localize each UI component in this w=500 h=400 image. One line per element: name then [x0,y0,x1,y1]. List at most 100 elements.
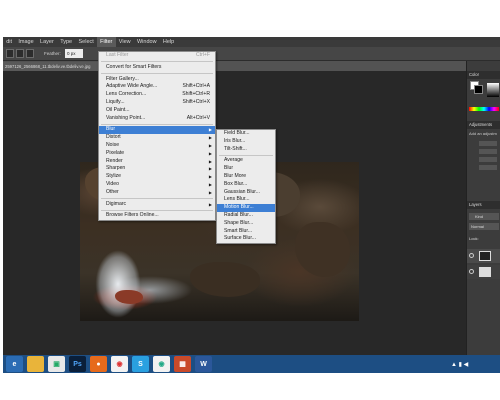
chrome-icon[interactable]: ◉ [153,356,170,372]
blur-menu-item-box-blur[interactable]: Box Blur... [217,181,275,189]
blur-menu-item-average[interactable]: Average [217,157,275,165]
menu-view[interactable]: View [116,37,134,47]
menu-item-label: Radial Blur... [224,211,253,218]
color-ramp[interactable] [469,107,499,111]
photoshop-icon[interactable]: Ps [69,356,86,372]
filter-menu-item-browse-filters-online[interactable]: Browse Filters Online... [99,212,215,220]
document-tab[interactable]: 2597126_2566868_11.tbdeliv.ve.tbdeliv.ve… [3,62,99,71]
menu-help[interactable]: Help [160,37,178,47]
filter-menu-item-noise[interactable]: Noise ▶ [99,142,215,150]
skype-icon[interactable]: S [132,356,149,372]
gallery-icon[interactable]: ▦ [174,356,191,372]
menu-item-label: Adaptive Wide Angle... [106,83,158,90]
eye-icon[interactable] [469,269,474,274]
new-selection-icon[interactable] [6,49,14,58]
color-tab[interactable]: Color [467,71,500,79]
menu-item-label: Noise [106,141,120,148]
submenu-arrow-icon: ▶ [208,174,212,180]
filter-menu-item-oil-paint[interactable]: Oil Paint... [99,107,215,115]
filter-menu-item-liquify[interactable]: Liquify... Shift+Ctrl+X [99,99,215,107]
menu-type[interactable]: Type [57,37,75,47]
filter-menu-item-adaptive-wide-angle[interactable]: Adaptive Wide Angle... Shift+Ctrl+A [99,83,215,91]
menu-item-label: Blur [224,165,234,172]
menu-item-shortcut: Ctrl+F [195,52,210,58]
layers-tab[interactable]: Layers [467,201,500,209]
menu-item-label: Tilt-Shift... [224,145,247,152]
filter-menu-item-pixelate[interactable]: Pixelate ▶ [99,150,215,158]
rock-shape [115,290,143,304]
submenu-arrow-icon: ▶ [208,189,212,195]
blur-menu-item-lens-blur[interactable]: Lens Blur... [217,196,275,204]
eye-icon[interactable] [469,253,474,258]
internet-explorer-icon[interactable]: e [6,356,23,372]
filter-menu-item-digimarc[interactable]: Digimarc ▶ [99,201,215,209]
blur-menu-item-gaussian-blur[interactable]: Gaussian Blur... [217,189,275,197]
menu-separator [101,73,213,75]
menu-separator [101,198,213,200]
tray-icons[interactable]: ▲ ▮ ◀ [451,361,468,368]
menu-select[interactable]: Select [75,37,97,47]
menu-image[interactable]: Image [15,37,37,47]
menu-item-label: Shape Blur... [224,219,254,226]
filter-menu-item-filter-gallery[interactable]: Filter Gallery... [99,76,215,84]
blend-mode-select[interactable]: Normal [469,223,499,230]
filter-menu-item-distort[interactable]: Distort ▶ [99,134,215,142]
media-icon[interactable]: ▣ [48,356,65,372]
blur-menu-item-radial-blur[interactable]: Radial Blur... [217,212,275,220]
menu-item-label: Surface Blur... [224,235,256,242]
blur-menu-item-surface-blur[interactable]: Surface Blur... [217,235,275,243]
menu-layer[interactable]: Layer [37,37,57,47]
blur-menu-item-blur-more[interactable]: Blur More [217,173,275,181]
menu-item-label: Average [224,157,243,164]
blur-menu-item-motion-blur[interactable]: Motion Blur... [217,204,275,212]
menu-item-label: Video [106,180,119,187]
rock-shape [190,262,260,297]
menu-edit[interactable]: dit [3,37,15,47]
blur-menu-item-blur[interactable]: Blur [217,165,275,173]
menu-item-shortcut: Shift+Ctrl+R [182,91,210,98]
filter-menu-item-stylize[interactable]: Stylize ▶ [99,173,215,181]
chrome-icon[interactable]: ◉ [111,356,128,372]
layer-kind-filter[interactable]: Kind [469,213,499,220]
feather-input[interactable]: 0 px [65,49,83,58]
layer-row[interactable] [467,249,500,263]
file-explorer-icon[interactable] [27,356,44,372]
submenu-arrow-icon: ▶ [208,135,212,141]
background-color-swatch[interactable] [474,85,483,94]
word-icon[interactable]: W [195,356,212,372]
blur-menu-item-field-blur[interactable]: Field Blur... [217,130,275,138]
menu-item-label: Blur More [224,172,247,179]
menu-item-label: Distort [106,134,121,141]
filter-menu-item-blur[interactable]: Blur ▶ [99,126,215,135]
adjustments-tab[interactable]: Adjustments [467,121,500,129]
blur-menu-item-iris-blur[interactable]: Iris Blur... [217,138,275,146]
menu-item-label: Filter Gallery... [106,75,139,82]
menu-item-label: Lens Blur... [224,196,250,203]
layer-row[interactable] [467,265,500,279]
filter-menu-item-lens-correction[interactable]: Lens Correction... Shift+Ctrl+R [99,91,215,99]
blur-menu-item-shape-blur[interactable]: Shape Blur... [217,220,275,228]
submenu-arrow-icon: ▶ [208,158,212,164]
filter-menu-item-sharpen[interactable]: Sharpen ▶ [99,165,215,173]
firefox-icon[interactable]: ● [90,356,107,372]
menu-item-label: Render [106,157,123,164]
menu-item-label: Other [106,188,119,195]
adjustment-icons[interactable] [479,141,497,171]
blur-menu-item-smart-blur[interactable]: Smart Blur... [217,228,275,236]
blur-menu-item-tilt-shift[interactable]: Tilt-Shift... [217,146,275,154]
menu-window[interactable]: Window [134,37,160,47]
menu-filter[interactable]: Filter [96,37,116,47]
blur-submenu: Field Blur... Iris Blur... Tilt-Shift... Av… [216,129,276,245]
filter-menu-item-video[interactable]: Video ▶ [99,181,215,189]
filter-menu-item-last-filter[interactable]: Last Filter Ctrl+F [99,52,215,60]
filter-menu-item-render[interactable]: Render ▶ [99,158,215,166]
feather-label: Feather: [44,51,61,56]
menu-item-label: Lens Correction... [106,91,147,98]
menu-item-label: Smart Blur... [224,227,253,234]
add-selection-icon[interactable] [16,49,24,58]
filter-menu-item-other[interactable]: Other ▶ [99,189,215,197]
filter-menu-item-vanishing-point[interactable]: Vanishing Point... Alt+Ctrl+V [99,115,215,123]
subtract-selection-icon[interactable] [26,49,34,58]
color-slider[interactable] [487,83,499,97]
filter-menu-item-convert-for-smart-filters[interactable]: Convert for Smart Filters [99,64,215,72]
